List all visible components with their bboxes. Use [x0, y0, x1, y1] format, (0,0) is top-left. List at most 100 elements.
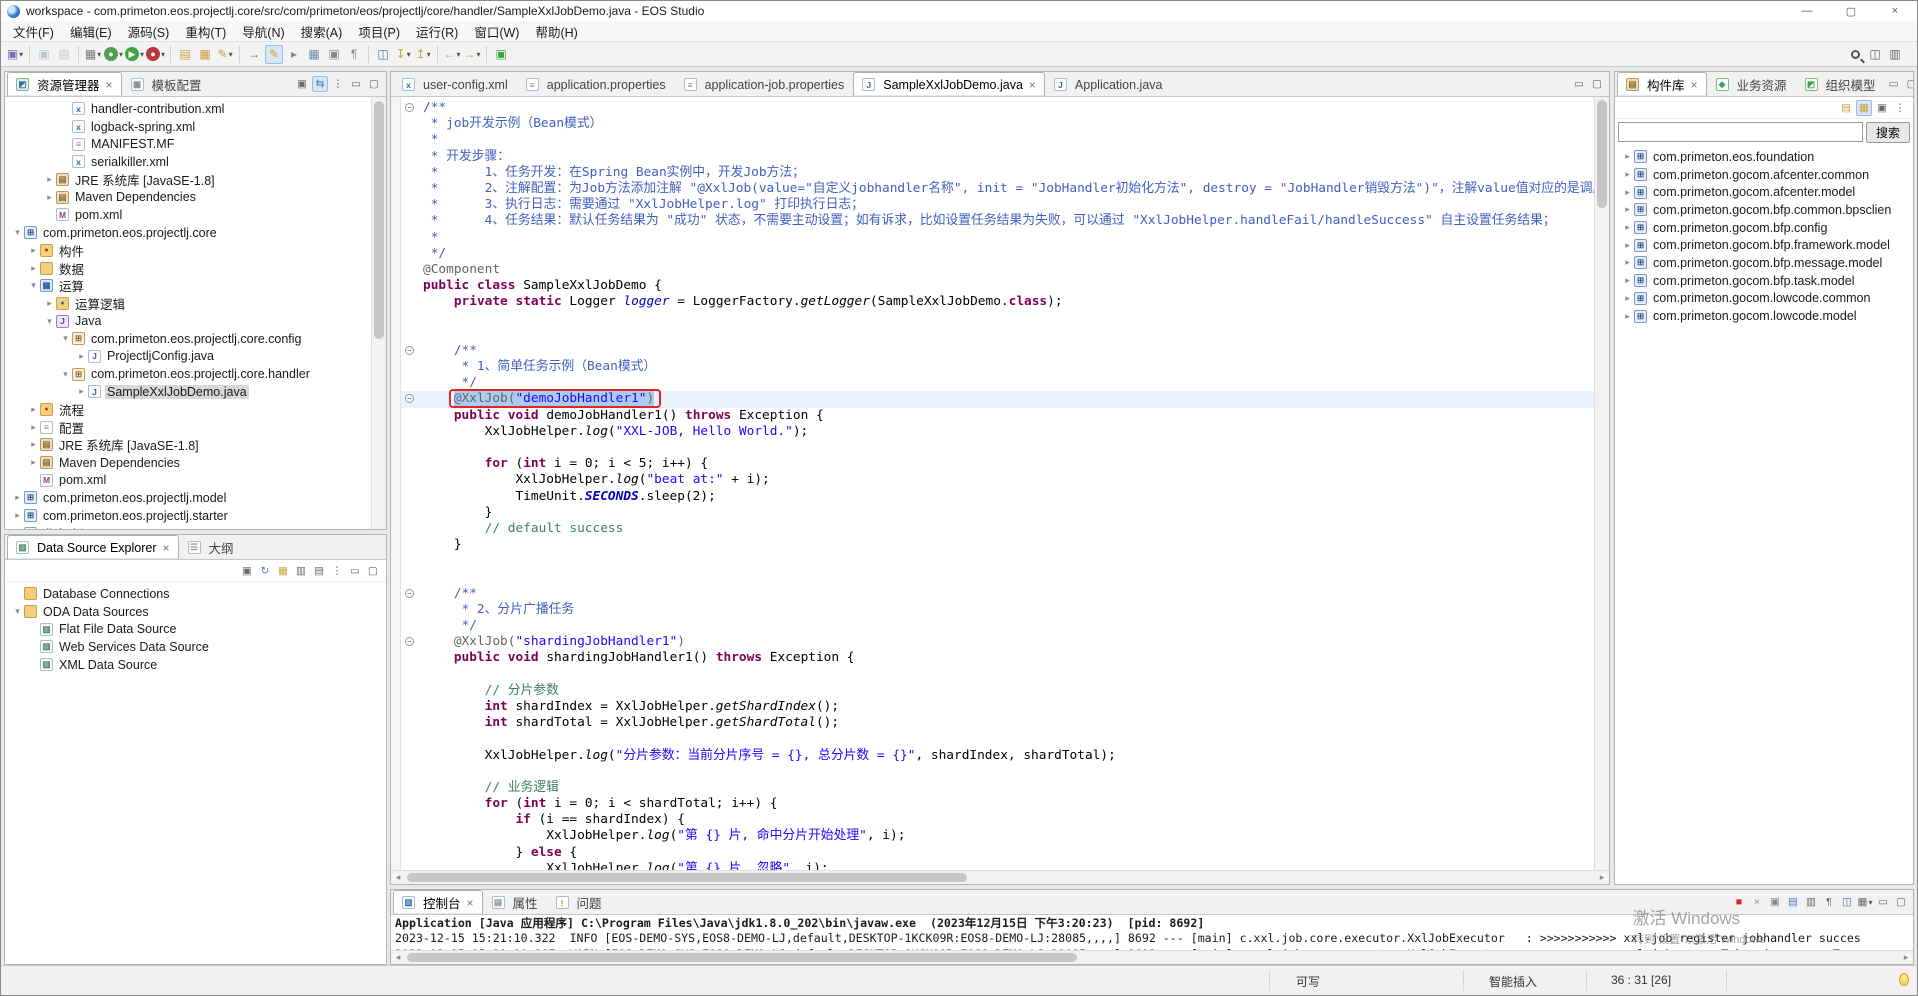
group-by-project-button[interactable]: ▤ [1838, 100, 1854, 116]
code-line[interactable]: XxlJobHelper.log("XXL-JOB, Hello World."… [401, 424, 1594, 440]
tree-item[interactable]: ▥XML Data Source [5, 656, 386, 674]
tree-item[interactable]: ▸▤JRE 系统库 [JavaSE-1.8] [5, 436, 386, 454]
expander-icon[interactable]: ▸ [27, 439, 40, 450]
code-line[interactable]: * [401, 230, 1594, 246]
sort-button[interactable]: ▤ [311, 563, 327, 579]
expander-icon[interactable]: ▸ [43, 192, 56, 203]
lightbulb-icon[interactable] [1899, 973, 1909, 986]
debug-button[interactable]: ●▾ [104, 45, 123, 64]
remove-all-button[interactable]: ▣ [1767, 894, 1783, 910]
tree-item[interactable]: ▸⊞com.primeton.eos.projectlj.model [5, 489, 386, 507]
outline-toggle-button[interactable]: ▣ [325, 45, 343, 64]
profile-button[interactable]: ●▾ [146, 45, 165, 64]
pin-console-button[interactable]: ◫ [1839, 894, 1855, 910]
open-perspective-button[interactable]: ◫ [1866, 45, 1884, 64]
tab-template-config[interactable]: ▦模板配置 [122, 72, 211, 96]
view-menu-button[interactable]: ⋮ [329, 563, 345, 579]
tree-item[interactable]: ▸▤Maven Dependencies [5, 454, 386, 472]
code-line[interactable]: TimeUnit.SECONDS.sleep(2); [401, 489, 1594, 505]
expander-icon[interactable]: ▸ [1621, 311, 1634, 322]
expander-icon[interactable]: ▾ [27, 280, 40, 291]
scrollbar-thumb[interactable] [374, 101, 384, 339]
code-line[interactable] [401, 310, 1594, 326]
tab-problems[interactable]: !问题 [547, 890, 611, 914]
tree-item[interactable]: ▸⊞com.primeton.gocom.bfp.framework.model [1615, 236, 1913, 254]
close-button[interactable]: × [1873, 1, 1917, 21]
close-icon[interactable]: × [1691, 78, 1698, 92]
tree-item[interactable]: ▸●流程 [5, 401, 386, 419]
tree-item[interactable]: xlogback-spring.xml [5, 118, 386, 136]
expander-icon[interactable]: ▸ [43, 298, 56, 309]
code-line[interactable]: public void demoJobHandler1() throws Exc… [401, 408, 1594, 424]
tree-item[interactable]: ▸●构件 [5, 242, 386, 260]
code-line[interactable] [401, 553, 1594, 569]
code-line[interactable]: } [401, 505, 1594, 521]
collapse-all-button[interactable]: ▣ [1874, 100, 1890, 116]
collapse-all-button[interactable]: ▣ [294, 76, 310, 92]
tree-item[interactable]: ▾▦运算 [5, 277, 386, 295]
scroll-left-arrow-icon[interactable]: ◂ [391, 951, 405, 964]
code-line[interactable]: * 1、简单任务示例（Bean模式） [401, 359, 1594, 375]
tab-user-config[interactable]: xuser-config.xml [393, 72, 517, 96]
minimize-view-button[interactable]: ▭ [1886, 76, 1902, 92]
code-line[interactable]: * [401, 132, 1594, 148]
open-resource-button[interactable]: ▦ [196, 45, 214, 64]
expander-icon[interactable]: ▸ [27, 457, 40, 468]
pilcrow-button[interactable]: ¶ [345, 45, 363, 64]
word-wrap-button[interactable]: ¶ [1821, 894, 1837, 910]
tab-application-properties[interactable]: ≡application.properties [517, 72, 675, 96]
import-button[interactable]: ↧▾ [394, 45, 412, 64]
expander-icon[interactable]: ▾ [59, 333, 72, 344]
tab-application-job-properties[interactable]: ≡application-job.properties [675, 72, 854, 96]
tree-item[interactable]: ▸⊞com.primeton.gocom.bfp.message.model [1615, 254, 1913, 272]
tab-console[interactable]: ▥控制台× [393, 890, 483, 914]
export-button[interactable]: ↥▾ [414, 45, 432, 64]
link-button[interactable]: ✎▾ [216, 45, 234, 64]
run-button[interactable]: ▶▾ [125, 45, 144, 64]
tree-item[interactable]: Database Connections [5, 585, 386, 603]
search-input[interactable] [1618, 122, 1863, 142]
tree-item[interactable]: ▸▤Maven Dependencies [5, 188, 386, 206]
menu-run[interactable]: 运行(R) [408, 21, 466, 42]
goto-button[interactable]: → [245, 45, 263, 64]
expander-icon[interactable]: ▸ [75, 351, 88, 362]
expander-icon[interactable]: ▸ [1621, 222, 1634, 233]
code-line[interactable]: XxlJobHelper.log("第 {} 片, 命中分片开始处理", i); [401, 828, 1594, 844]
code-line[interactable]: */ [401, 375, 1594, 391]
code-line[interactable]: for (int i = 0; i < shardTotal; i++) { [401, 796, 1594, 812]
expander-icon[interactable]: ▸ [1621, 257, 1634, 268]
code-line[interactable] [401, 440, 1594, 456]
console-output[interactable]: Application [Java 应用程序] C:\Program Files… [391, 915, 1913, 950]
code-line[interactable] [401, 764, 1594, 780]
scroll-lock-button[interactable]: ▥ [1803, 894, 1819, 910]
tab-application-java[interactable]: JApplication.java [1045, 72, 1172, 96]
maximize-editor-button[interactable]: ▢ [1589, 76, 1605, 92]
scroll-left-arrow-icon[interactable]: ◂ [391, 871, 405, 884]
code-line[interactable]: XxlJobHelper.log("第 {} 片, 忽略", i); [401, 861, 1594, 870]
close-icon[interactable]: × [106, 78, 113, 92]
tree-item[interactable]: ▸⊞com.primeton.gocom.afcenter.common [1615, 166, 1913, 184]
code-line[interactable] [401, 731, 1594, 747]
back-button[interactable]: ←▾ [443, 45, 461, 64]
tab-data-source-explorer[interactable]: ▥Data Source Explorer× [7, 535, 179, 559]
minimize-button[interactable]: — [1785, 1, 1829, 21]
code-line[interactable]: public class SampleXxlJobDemo { [401, 278, 1594, 294]
terminate-button[interactable]: ■ [1731, 894, 1747, 910]
code-line[interactable]: XxlJobHelper.log("分片参数：当前分片序号 = {}, 总分片数… [401, 748, 1594, 764]
expander-icon[interactable]: ▾ [11, 227, 24, 238]
minimize-view-button[interactable]: ▭ [348, 76, 364, 92]
new-connection-button[interactable]: ▦ [275, 563, 291, 579]
code-line[interactable] [401, 667, 1594, 683]
search-button[interactable]: 搜索 [1866, 122, 1910, 143]
menu-project[interactable]: 项目(P) [350, 21, 408, 42]
tab-component-library[interactable]: ▤构件库× [1617, 72, 1707, 96]
view-menu-button[interactable]: ⋮ [330, 76, 346, 92]
code-line[interactable]: − /** [401, 586, 1594, 602]
code-line[interactable]: − @XxlJob("demoJobHandler1") [401, 391, 1594, 407]
close-icon[interactable]: × [163, 541, 170, 555]
scrollbar-thumb[interactable] [407, 873, 967, 882]
new-folder-button[interactable]: ▤ [176, 45, 194, 64]
refresh-button[interactable]: ↻ [257, 563, 273, 579]
expander-icon[interactable]: ▸ [43, 174, 56, 185]
expander-icon[interactable]: ▸ [1621, 187, 1634, 198]
